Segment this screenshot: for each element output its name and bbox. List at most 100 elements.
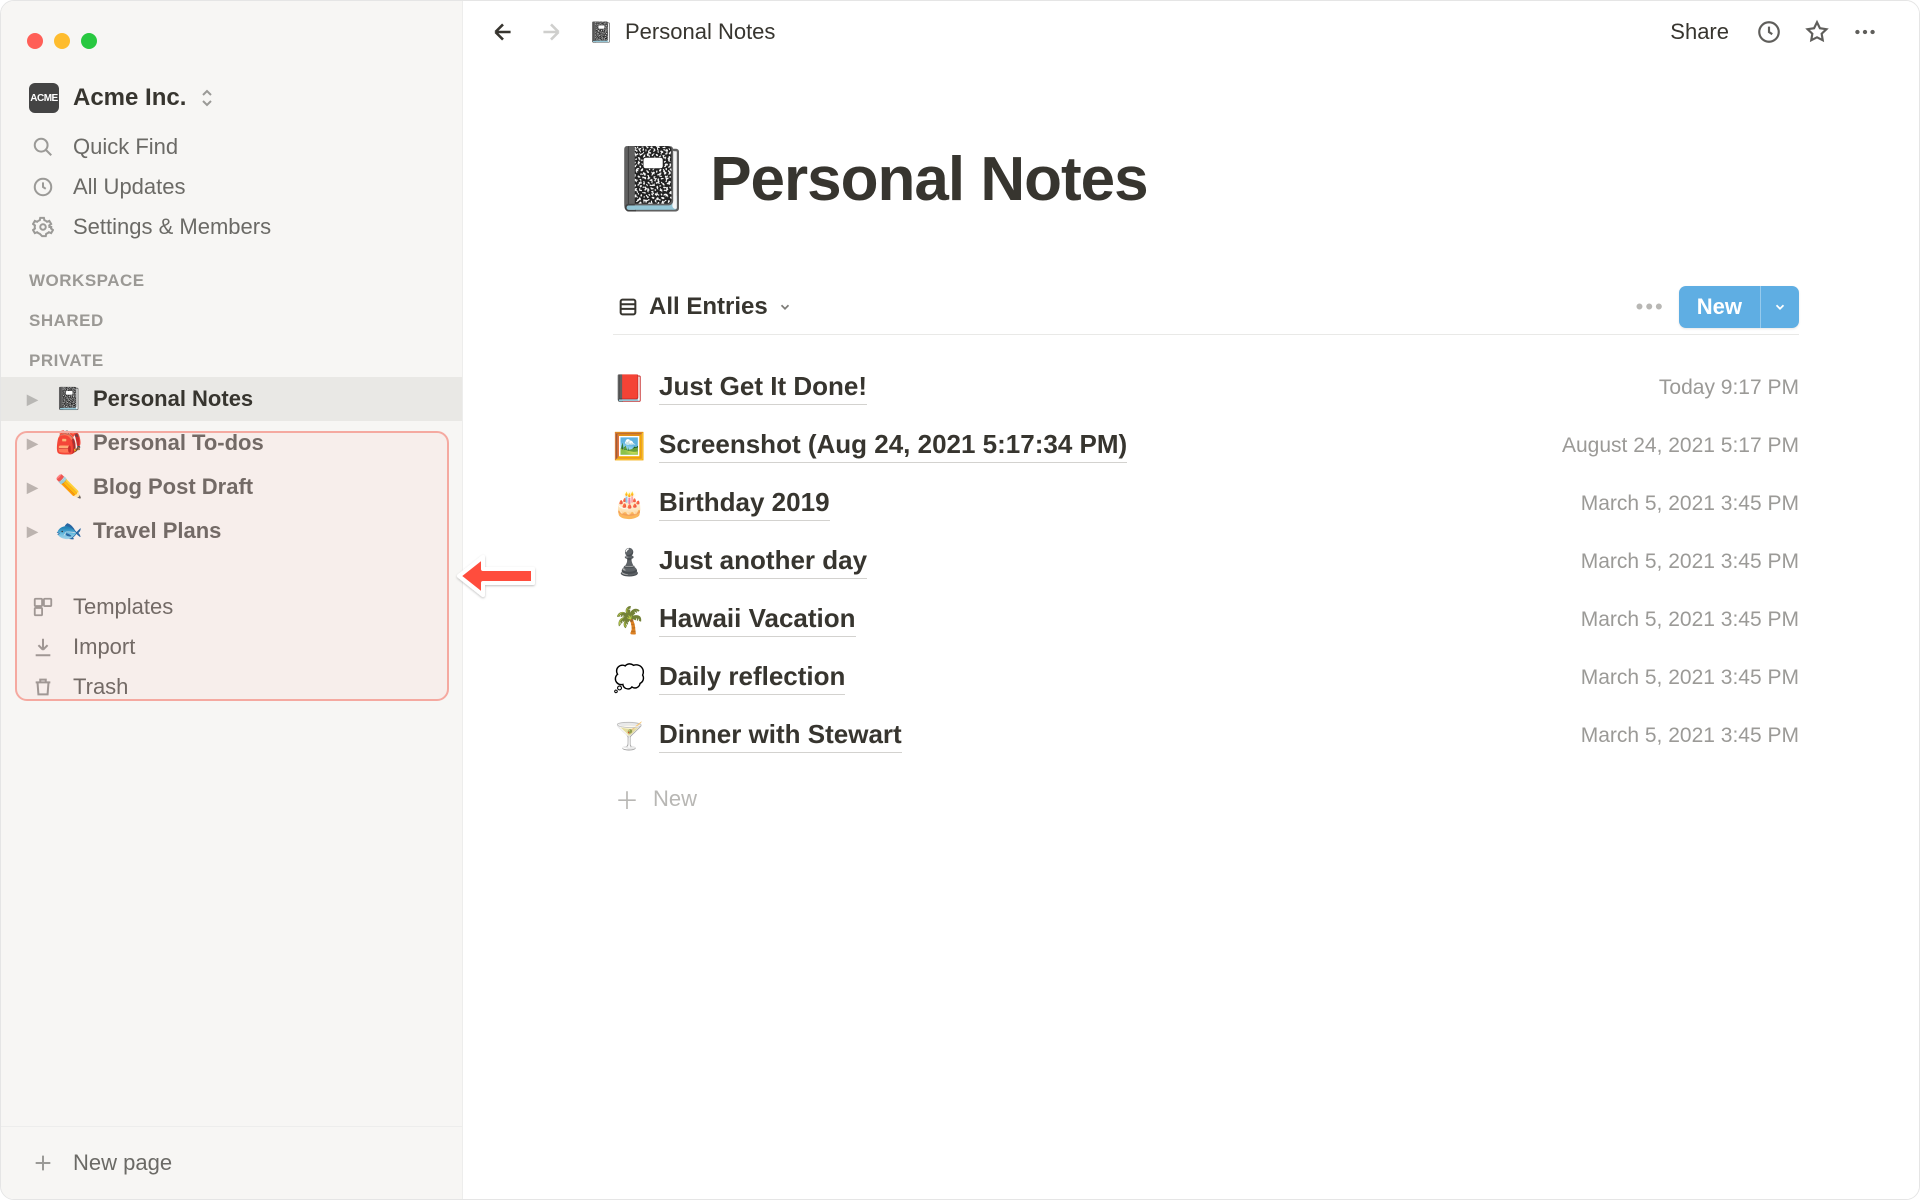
entry-row[interactable]: 🌴Hawaii VacationMarch 5, 2021 3:45 PM [613,591,1799,649]
settings-label: Settings & Members [73,214,271,240]
more-horizontal-icon: ••• [1636,294,1665,319]
new-entry-dropdown-button[interactable] [1760,286,1799,328]
sidebar-page-label: Travel Plans [93,518,221,544]
entry-row[interactable]: 🎂Birthday 2019March 5, 2021 3:45 PM [613,475,1799,533]
disclosure-triangle-icon[interactable]: ▶ [27,391,45,408]
add-new-row-label: New [653,786,697,812]
star-icon [1804,19,1830,45]
entry-date: August 24, 2021 5:17 PM [1562,434,1799,458]
favorite-button[interactable] [1797,12,1837,52]
view-options-button[interactable]: ••• [1622,288,1679,326]
disclosure-triangle-icon[interactable]: ▶ [27,435,45,452]
sidebar-page-item[interactable]: ▶ 📓 Personal Notes [1,377,462,421]
entry-emoji-icon: 🖼️ [613,431,659,462]
workspace-name: Acme Inc. [73,84,186,112]
entry-date: March 5, 2021 3:45 PM [1581,724,1799,748]
entry-title: Birthday 2019 [659,487,830,521]
fullscreen-window-button[interactable] [81,33,97,49]
sidebar-footer: New page [1,1126,462,1199]
sidebar-page-item[interactable]: ▶ 🐟 Travel Plans [1,509,462,553]
plus-icon [29,1152,56,1174]
workspace-switcher[interactable]: ACME Acme Inc. [1,49,462,123]
more-horizontal-icon [1851,19,1879,45]
entry-date: March 5, 2021 3:45 PM [1581,666,1799,690]
database-view-bar: All Entries ••• New [613,286,1799,335]
entry-title: Screenshot (Aug 24, 2021 5:17:34 PM) [659,429,1127,463]
workspace-badge-icon: ACME [29,83,59,113]
sidebar-page-item[interactable]: ▶✏️Blog Post Draft [1,465,462,509]
view-tab-all-entries[interactable]: All Entries [613,287,796,327]
private-pages-list: ▶📓Personal Notes▶🎒Personal To-dos▶✏️Blog… [1,377,462,553]
quick-find-button[interactable]: Quick Find [1,127,462,167]
import-button[interactable]: Import [1,627,462,667]
section-private[interactable]: PRIVATE [1,337,462,377]
page-title-row: 📓 Personal Notes [613,143,1799,216]
nav-forward-button[interactable] [531,12,571,52]
page-emoji-icon[interactable]: 📓 [613,143,690,216]
close-window-button[interactable] [27,33,43,49]
updates-button[interactable] [1749,12,1789,52]
clock-icon [29,176,56,198]
entry-row[interactable]: 🍸Dinner with StewartMarch 5, 2021 3:45 P… [613,707,1799,765]
trash-icon [29,676,56,698]
sidebar-utility-nav: Quick Find All Updates Settings & Member… [1,123,462,257]
section-workspace[interactable]: WORKSPACE [1,257,462,297]
import-label: Import [73,634,135,660]
entry-title: Hawaii Vacation [659,603,856,637]
sidebar: ACME Acme Inc. Quick Find All Updates [1,1,463,1199]
add-new-row-button[interactable]: ＋ New [613,765,1799,816]
page-emoji-icon: 🐟 [55,518,83,544]
app-window: ACME Acme Inc. Quick Find All Updates [0,0,1920,1200]
all-updates-button[interactable]: All Updates [1,167,462,207]
entry-row[interactable]: 📕Just Get It Done! Today 9:17 PM [613,359,1799,417]
chevron-up-down-icon [200,89,214,107]
disclosure-triangle-icon[interactable]: ▶ [27,523,45,540]
new-page-button[interactable]: New page [1,1143,462,1183]
entry-title: Daily reflection [659,661,845,695]
entry-date: March 5, 2021 3:45 PM [1581,492,1799,516]
trash-button[interactable]: Trash [1,667,462,707]
entry-date: March 5, 2021 3:45 PM [1581,550,1799,574]
page-emoji-icon: 📓 [55,386,83,412]
templates-label: Templates [73,594,173,620]
page-title[interactable]: Personal Notes [710,144,1147,215]
templates-button[interactable]: Templates [1,587,462,627]
templates-icon [29,596,56,618]
entry-date: Today 9:17 PM [1659,376,1799,400]
entry-date: March 5, 2021 3:45 PM [1581,608,1799,632]
entry-row[interactable]: ♟️Just another day March 5, 2021 3:45 PM [613,533,1799,591]
entries-list: 📕Just Get It Done! Today 9:17 PM 🖼️Screens… [613,359,1799,765]
minimize-window-button[interactable] [54,33,70,49]
nav-back-button[interactable] [483,12,523,52]
more-menu-button[interactable] [1845,12,1885,52]
new-page-label: New page [73,1150,172,1176]
disclosure-triangle-icon[interactable]: ▶ [27,479,45,496]
topbar: 📓 Personal Notes Share [463,1,1919,63]
breadcrumb[interactable]: 📓 Personal Notes [579,15,783,49]
share-button[interactable]: Share [1658,13,1741,51]
page-emoji-icon: ✏️ [55,474,83,500]
entry-emoji-icon: 📕 [613,373,659,404]
entry-title: Just another day [659,545,867,579]
chevron-down-icon [1773,300,1787,314]
sidebar-page-item[interactable]: ▶ 🎒 Personal To-dos [1,421,462,465]
sidebar-page-label: Personal To-dos [93,430,264,456]
all-updates-label: All Updates [73,174,186,200]
main-area: 📓 Personal Notes Share [463,1,1919,1199]
entry-emoji-icon: ♟️ [613,547,659,578]
notebook-icon: 📓 [587,20,615,45]
window-controls [1,13,462,49]
page-emoji-icon: 🎒 [55,430,83,456]
search-icon [29,136,56,158]
list-view-icon [617,296,639,318]
gear-icon [29,216,56,238]
sidebar-page-label: Personal Notes [93,386,253,412]
plus-icon: ＋ [615,781,639,816]
new-entry-button[interactable]: New [1679,286,1760,328]
settings-members-button[interactable]: Settings & Members [1,207,462,247]
entry-row[interactable]: 💭Daily reflectionMarch 5, 2021 3:45 PM [613,649,1799,707]
section-shared[interactable]: SHARED [1,297,462,337]
entry-title: Just Get It Done! [659,371,867,405]
sidebar-tools: Templates Import Trash [1,583,462,717]
entry-row[interactable]: 🖼️Screenshot (Aug 24, 2021 5:17:34 PM) Au… [613,417,1799,475]
